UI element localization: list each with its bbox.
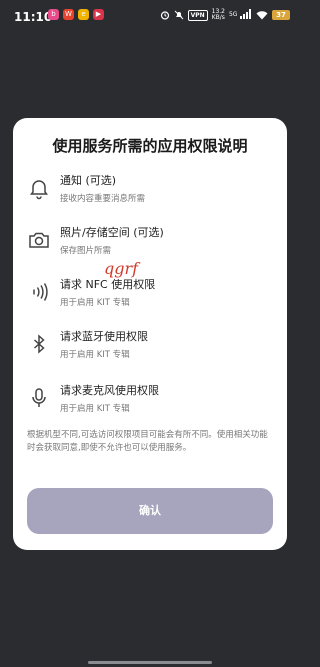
permission-title: 通知 (可选) [60, 174, 117, 187]
mute-icon [174, 10, 184, 20]
weibo-icon: W [63, 9, 74, 20]
status-indicators: VPN 13.2 KB/s 5G 37 [160, 9, 290, 21]
permission-note: 根据机型不同,可选访问权限项目可能会有所不同。使用相关功能时会获取同意,即使不允… [27, 430, 268, 453]
signal-icon: 5G [229, 9, 252, 21]
permission-item-nfc: 请求 NFC 使用权限 用于启用 KIT 专辑 [13, 276, 287, 316]
status-app-icons: b W e ▶ [48, 9, 104, 20]
permission-desc: 用于启用 KIT 专辑 [60, 404, 130, 414]
handwritten-watermark: qgrf [104, 259, 139, 278]
permission-desc: 用于启用 KIT 专辑 [60, 350, 130, 360]
network-type: 5G [228, 11, 238, 18]
bluetooth-icon [27, 332, 51, 356]
alarm-icon [160, 10, 170, 20]
dialog-title: 使用服务所需的应用权限说明 [52, 137, 248, 155]
permission-item-storage: 照片/存储空间 (可选) 保存图片所需 [13, 224, 287, 264]
permission-item-bluetooth: 请求蓝牙使用权限 用于启用 KIT 专辑 [13, 328, 287, 368]
net-speed-unit: KB/s [211, 14, 225, 21]
browser-icon: e [78, 9, 89, 20]
permission-desc: 用于启用 KIT 专辑 [60, 298, 130, 308]
permission-title: 照片/存储空间 (可选) [60, 226, 164, 239]
battery-indicator: 37 [272, 10, 290, 20]
permission-title: 请求 NFC 使用权限 [60, 278, 156, 291]
permission-dialog: 使用服务所需的应用权限说明 通知 (可选) 接收内容重要消息所需 照片/存储空间… [13, 118, 287, 550]
microphone-icon [27, 386, 51, 410]
wifi-icon [256, 10, 268, 20]
video-app-icon: ▶ [93, 9, 104, 20]
permission-desc: 保存图片所需 [60, 246, 112, 256]
confirm-button[interactable]: 确认 [27, 488, 273, 534]
camera-icon [27, 228, 51, 252]
permission-item-microphone: 请求麦克风使用权限 用于启用 KIT 专辑 [13, 382, 287, 422]
bilibili-icon: b [48, 9, 59, 20]
status-time: 11:10 [14, 10, 53, 24]
vpn-badge: VPN [187, 9, 208, 21]
home-indicator[interactable] [88, 661, 212, 664]
permission-title: 请求麦克风使用权限 [60, 384, 159, 397]
permission-item-notification: 通知 (可选) 接收内容重要消息所需 [13, 172, 287, 212]
net-speed: 13.2 KB/s [212, 9, 225, 21]
nfc-icon [27, 280, 51, 304]
status-bar: 11:10 b W e ▶ VPN 13.2 KB/s 5G 37 [0, 0, 300, 34]
permission-title: 请求蓝牙使用权限 [60, 330, 148, 343]
permission-desc: 接收内容重要消息所需 [60, 194, 146, 204]
bell-icon [27, 176, 51, 200]
